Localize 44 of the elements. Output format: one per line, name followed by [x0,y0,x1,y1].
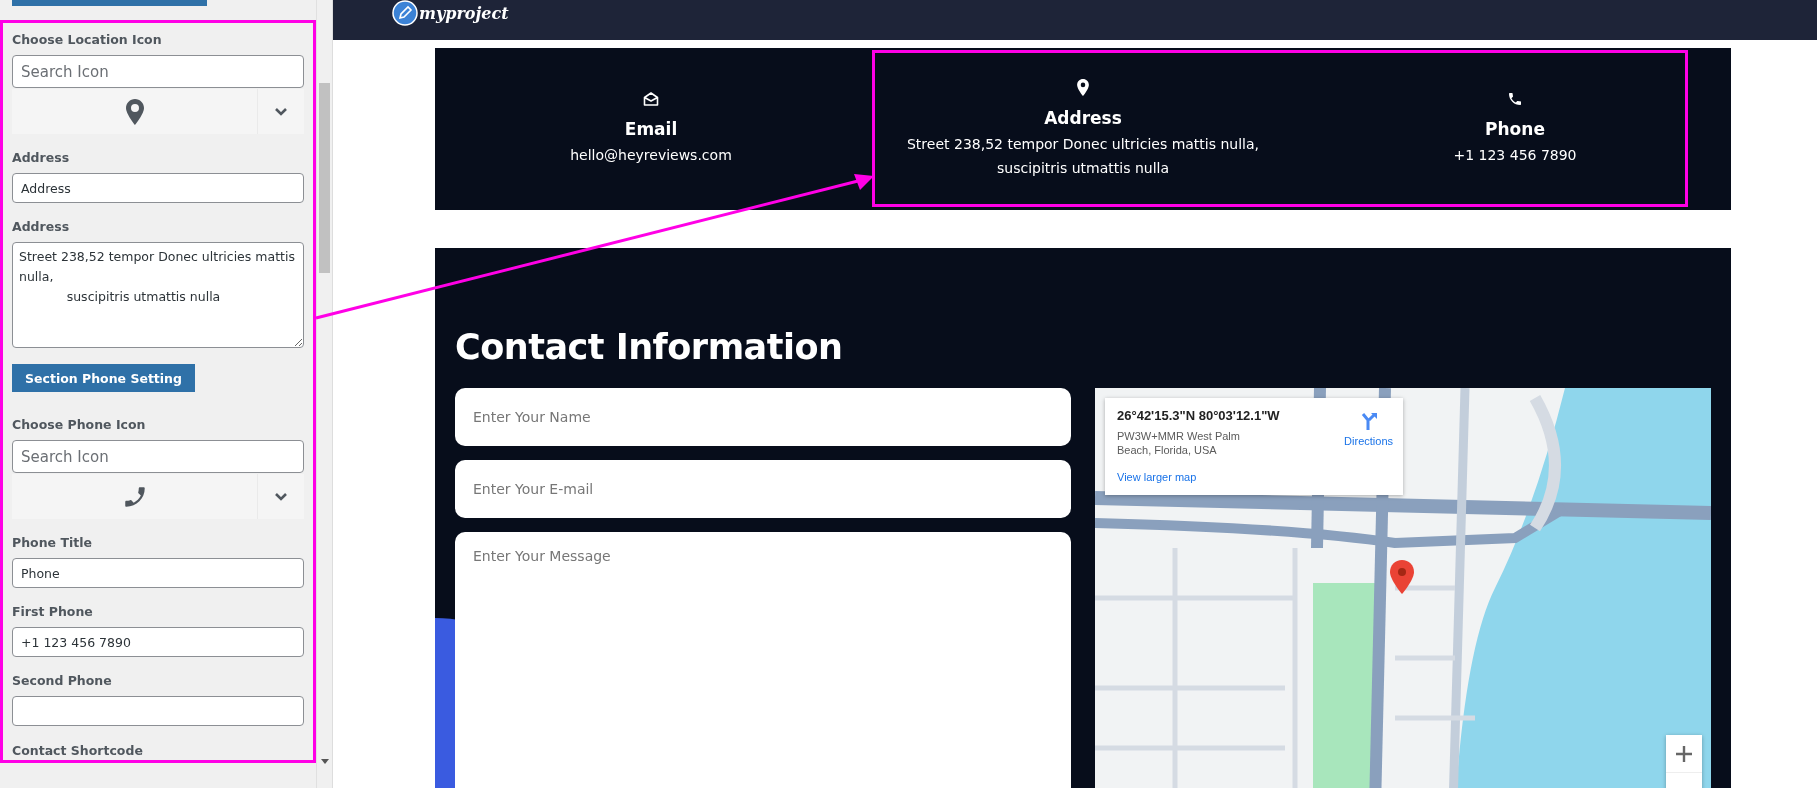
scrollbar-thumb[interactable] [319,83,330,273]
chevron-down-icon [275,107,287,116]
text-field[interactable]: Enter Your Name [455,388,1071,446]
coordinates-text: 26°42'15.3"N 80°03'12.1"W [1117,408,1280,423]
field-label: Phone Title [12,534,93,552]
map-pin-icon [125,98,144,125]
icon-search-field[interactable]: Search Icon [12,55,304,88]
directions-link[interactable]: Directions [1344,435,1393,447]
section-button[interactable] [12,0,207,6]
info-title: Address [1044,107,1122,128]
field-label: Choose Location Icon [12,31,163,49]
text-field[interactable]: Phone [12,558,304,588]
field-label: Choose Phone Icon [12,416,147,434]
textarea-field[interactable]: Street 238,52 tempor Donec ultricies mattis nulla, suscipitris utmattis nulla [12,242,304,348]
section-title: Contact Information [455,326,844,368]
text-field[interactable]: Enter Your E-mail [455,460,1071,518]
field-label: First Phone [12,603,94,621]
field-label: Second Phone [12,672,113,690]
text-field[interactable]: +1 123 456 7890 [12,627,304,657]
site-logo[interactable]: myproject [419,3,509,23]
field-label: Address [12,218,71,236]
info-text: suscipitris utmattis nulla [997,158,1169,178]
map-pin-icon [1077,78,1089,96]
info-text: +1 123 456 7890 [1453,146,1577,165]
chevron-down-icon [275,492,287,501]
text-field[interactable]: Address [12,173,304,203]
scroll-down-icon[interactable] [321,759,329,764]
address-text: PW3W+MMR West Palm Beach, Florida, USA [1117,429,1241,457]
info-title: Email [624,119,678,139]
section-label: Contact Shortcode [12,743,143,758]
text-field[interactable] [12,696,304,726]
field-label: Address [12,149,71,167]
plus-icon [1675,744,1693,763]
phone-icon [1507,91,1523,107]
envelope-icon [643,91,659,107]
pencil-circle-icon [392,0,418,26]
info-title: Phone [1485,119,1545,139]
zoom-in-button[interactable] [1666,735,1702,773]
info-text: hello@heyreviews.com [570,146,732,165]
icon-search-field[interactable]: Search Icon [12,440,304,473]
message-field[interactable]: Enter Your Message [455,532,1071,788]
section-button[interactable]: Section Phone Setting [12,364,195,392]
info-text: Street 238,52 tempor Donec ultricies mattis nulla, [907,134,1259,154]
view-larger-map-link[interactable]: View larger map [1117,471,1197,483]
